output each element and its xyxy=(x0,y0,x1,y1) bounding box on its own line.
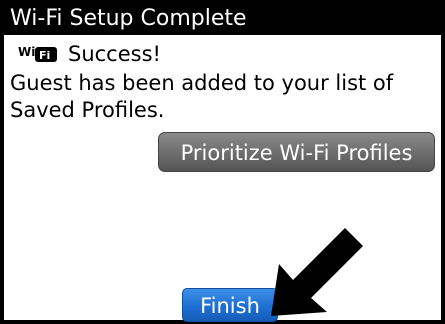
svg-text:Fi: Fi xyxy=(39,49,50,62)
prioritize-wifi-profiles-button[interactable]: Prioritize Wi-Fi Profiles xyxy=(158,132,435,172)
dialog-window: Wi-Fi Setup Complete Wi Fi Success! Gues… xyxy=(0,0,445,324)
svg-text:Wi: Wi xyxy=(18,45,35,59)
status-text: Success! xyxy=(68,42,161,66)
pointer-arrow-icon xyxy=(271,228,363,316)
message-line-2: Saved Profiles. xyxy=(10,98,165,122)
message-line-1: Guest has been added to your list of xyxy=(10,71,394,95)
wifi-badge-icon: Wi Fi xyxy=(18,43,60,65)
status-row: Wi Fi Success! xyxy=(18,40,161,68)
confirmation-message: Guest has been added to your list of Sav… xyxy=(10,70,438,124)
dialog-title: Wi-Fi Setup Complete xyxy=(4,2,441,35)
